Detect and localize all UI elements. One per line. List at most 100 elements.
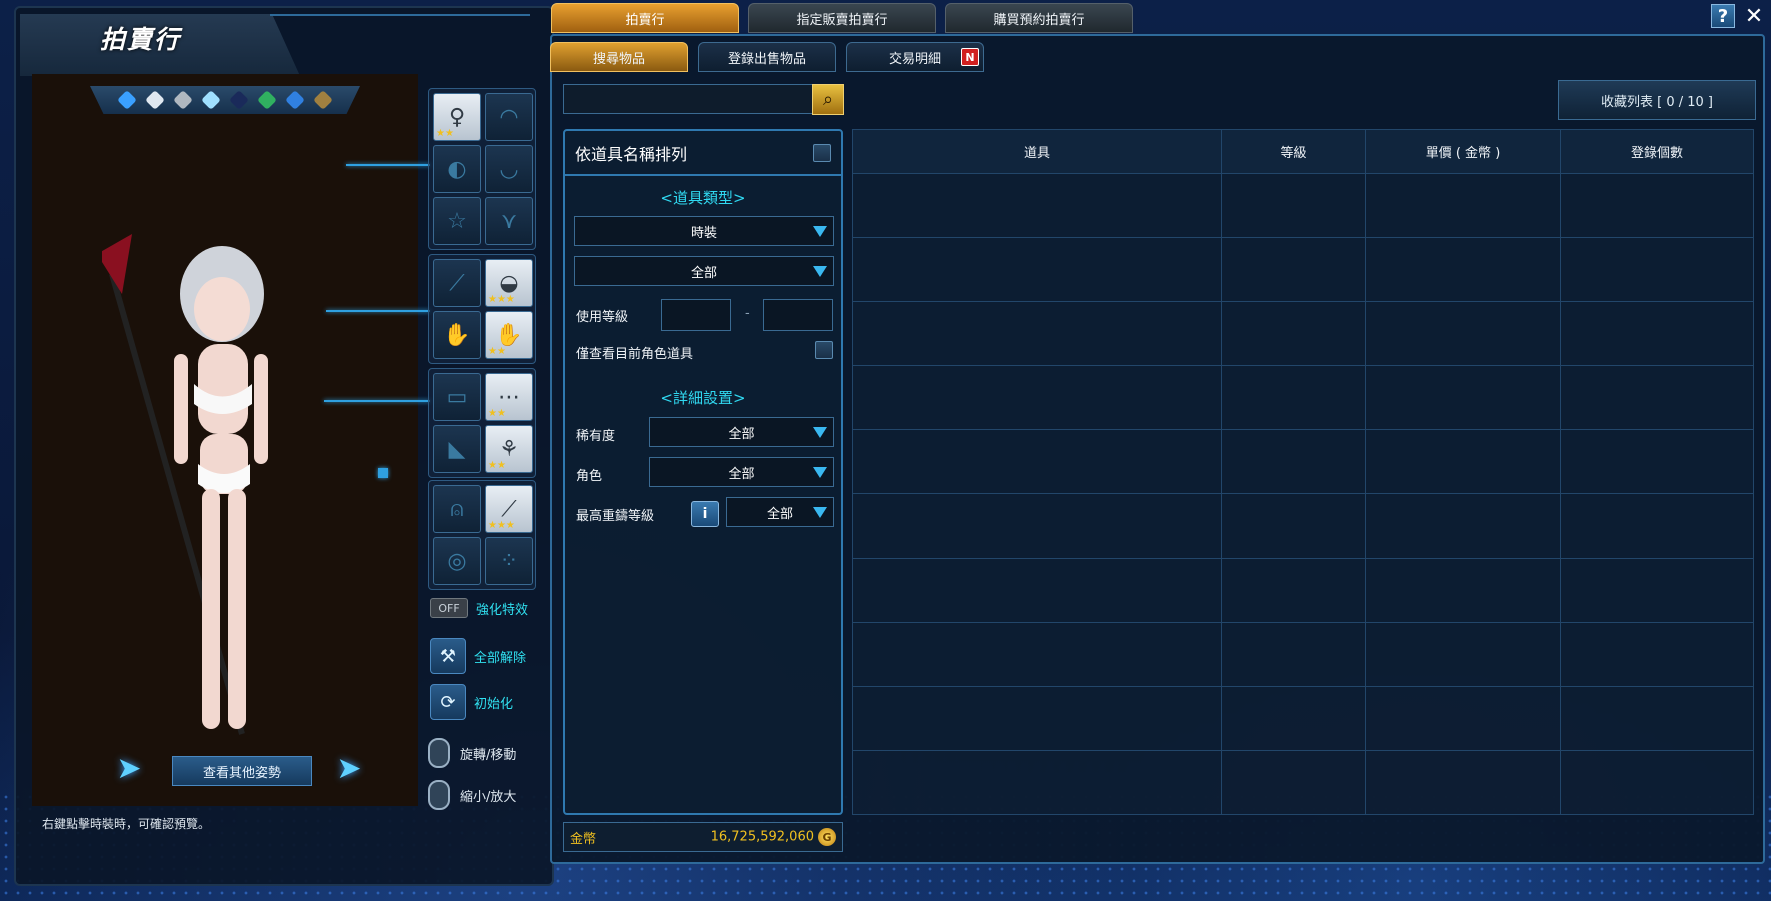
- table-row[interactable]: [852, 493, 1754, 559]
- table-cell: [1365, 621, 1561, 687]
- table-cell: [1560, 685, 1754, 751]
- grade-filter-icon[interactable]: [145, 90, 165, 110]
- table-row[interactable]: [852, 685, 1754, 751]
- help-icon[interactable]: ?: [1711, 4, 1735, 28]
- sort-by-name-row[interactable]: 依道具名稱排列: [565, 131, 841, 176]
- waist-equipped-slot[interactable]: ⋯ ★★: [485, 373, 533, 421]
- next-pose-arrow-icon[interactable]: ➤: [332, 754, 366, 784]
- glove-equipped-slot[interactable]: ✋ ★★: [485, 311, 533, 359]
- min-level-input[interactable]: [661, 299, 731, 331]
- item-type-title: <道具類型>: [660, 189, 746, 207]
- table-row[interactable]: [852, 429, 1754, 495]
- table-row[interactable]: [852, 621, 1754, 687]
- column-level[interactable]: 等級: [1221, 129, 1366, 174]
- footprint-slot-icon[interactable]: ⁘: [485, 537, 533, 585]
- column-listing-count[interactable]: 登錄個數: [1560, 129, 1754, 174]
- grade-filter-icon[interactable]: [201, 90, 221, 110]
- search-icon[interactable]: ⌕: [812, 84, 844, 115]
- sort-by-name-checkbox[interactable]: [813, 143, 831, 162]
- detail-settings-title: <詳細設置>: [660, 389, 746, 407]
- table-cell: [1560, 365, 1754, 431]
- table-row[interactable]: [852, 172, 1754, 239]
- reset-button[interactable]: ⟳ 初始化: [430, 684, 513, 720]
- off-toggle[interactable]: OFF: [430, 598, 468, 618]
- character-value: 全部: [728, 466, 755, 482]
- hat-slot-icon[interactable]: ◠: [485, 93, 533, 141]
- grade-filter-icon[interactable]: [313, 90, 333, 110]
- preview-area[interactable]: ➤ 查看其他姿勢 ➤: [32, 74, 418, 806]
- table-cell: [852, 557, 1222, 623]
- enhance-effect-toggle[interactable]: OFF 強化特效: [430, 598, 528, 618]
- tab-reserved-purchase[interactable]: 購買預約拍賣行: [945, 3, 1133, 33]
- gold-value: 16,725,592,060: [710, 829, 814, 845]
- tab-register-sale[interactable]: 登錄出售物品: [698, 42, 836, 72]
- grade-filter-bar[interactable]: [90, 86, 360, 114]
- grade-filter-icon[interactable]: [229, 90, 249, 110]
- grade-filter-icon[interactable]: [285, 90, 305, 110]
- column-item[interactable]: 道具: [852, 129, 1222, 174]
- weapon-equipped-slot[interactable]: ⟋ ★★★: [485, 485, 533, 533]
- rarity-dropdown[interactable]: 全部: [649, 417, 834, 447]
- unequip-all-button[interactable]: ⚒ 全部解除: [430, 638, 526, 674]
- glove-slot-icon[interactable]: ✋: [433, 311, 481, 359]
- arm-slot-icon[interactable]: ⟋: [433, 259, 481, 307]
- current-character-checkbox[interactable]: [815, 341, 833, 359]
- close-icon[interactable]: ✕: [1742, 4, 1766, 29]
- tab-designated-sale[interactable]: 指定販賣拍賣行: [748, 3, 936, 33]
- table-row[interactable]: [852, 749, 1754, 816]
- table-cell: [1221, 685, 1366, 751]
- table-cell: [1221, 557, 1366, 623]
- item-type-dropdown[interactable]: 時裝: [574, 216, 834, 246]
- belt-slot-icon[interactable]: ▭: [433, 373, 481, 421]
- window-title: 拍賣行: [100, 25, 182, 54]
- previous-pose-arrow-icon[interactable]: ➤: [112, 754, 146, 784]
- level-label: 使用等級: [576, 310, 629, 325]
- outfit-slot-icon[interactable]: ⍝: [433, 485, 481, 533]
- table-row[interactable]: [852, 365, 1754, 431]
- top-slot[interactable]: ◒ ★★★: [485, 259, 533, 307]
- current-character-label: 僅查看目前角色道具: [576, 347, 694, 362]
- shoe-slot-icon[interactable]: ◣: [433, 425, 481, 473]
- slot-connector: [346, 164, 430, 166]
- gold-coin-icon: G: [818, 828, 836, 846]
- face-slot-icon[interactable]: ◐: [433, 145, 481, 193]
- unequip-icon[interactable]: ⚒: [430, 638, 466, 674]
- legs-equipped-slot[interactable]: ⚘ ★★: [485, 425, 533, 473]
- neck-slot-icon[interactable]: ⋎: [485, 197, 533, 245]
- character-model[interactable]: [102, 234, 322, 794]
- wishlist-button[interactable]: 收藏列表 [ 0 / 10 ]: [1558, 80, 1756, 120]
- emblem-slot-icon[interactable]: ☆: [433, 197, 481, 245]
- max-level-input[interactable]: [763, 299, 833, 331]
- new-badge-icon: N: [961, 48, 979, 66]
- character-dropdown[interactable]: 全部: [649, 457, 834, 487]
- chevron-down-icon: [813, 226, 827, 237]
- info-icon[interactable]: i: [691, 501, 719, 527]
- rarity-value: 全部: [728, 426, 755, 442]
- grade-filter-icon[interactable]: [257, 90, 277, 110]
- table-row[interactable]: [852, 237, 1754, 303]
- table-cell: [1560, 749, 1754, 816]
- max-refine-dropdown[interactable]: 全部: [726, 497, 834, 527]
- table-header-row: 道具 等級 單價 ( 金幣 ) 登錄個數: [852, 129, 1754, 174]
- tab-search-items[interactable]: 搜尋物品: [550, 42, 688, 72]
- table-cell: [1560, 493, 1754, 559]
- gold-label: 金幣: [570, 831, 597, 847]
- mask-slot-icon[interactable]: ◡: [485, 145, 533, 193]
- tab-auction[interactable]: 拍賣行: [551, 3, 739, 33]
- column-unit-price[interactable]: 單價 ( 金幣 ): [1365, 129, 1561, 174]
- item-subtype-dropdown[interactable]: 全部: [574, 256, 834, 286]
- tab-trade-history[interactable]: 交易明細 N: [846, 42, 984, 72]
- table-row[interactable]: [852, 557, 1754, 623]
- grade-filter-icon[interactable]: [117, 90, 137, 110]
- hair-slot[interactable]: ♀ ★★: [433, 93, 481, 141]
- table-cell: [1365, 685, 1561, 751]
- table-row[interactable]: [852, 301, 1754, 367]
- search-input[interactable]: [563, 84, 813, 114]
- grade-filter-icon[interactable]: [173, 90, 193, 110]
- view-other-poses-button[interactable]: 查看其他姿勢: [172, 756, 312, 786]
- refresh-icon[interactable]: ⟳: [430, 684, 466, 720]
- aura-slot-icon[interactable]: ◎: [433, 537, 481, 585]
- chevron-down-icon: [813, 467, 827, 478]
- table-cell: [852, 749, 1222, 816]
- table-cell: [852, 237, 1222, 303]
